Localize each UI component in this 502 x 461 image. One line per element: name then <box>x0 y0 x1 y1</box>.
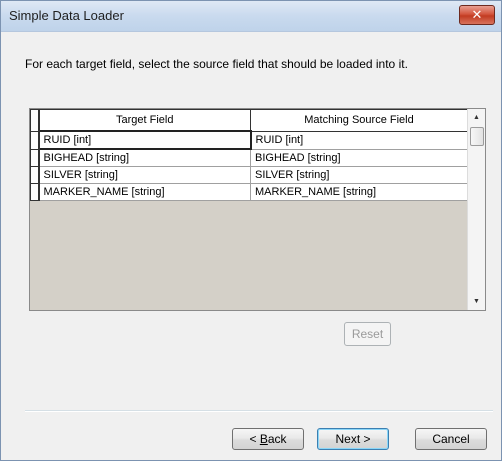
source-field-cell[interactable]: BIGHEAD [string] <box>250 148 468 167</box>
row-header[interactable] <box>30 183 40 201</box>
source-field-cell[interactable]: MARKER_NAME [string] <box>250 183 468 201</box>
source-field-cell[interactable]: RUID [int] <box>250 130 468 150</box>
row-header[interactable] <box>30 166 40 184</box>
header-row: Target Field Matching Source Field <box>30 109 468 132</box>
scroll-thumb[interactable] <box>470 127 484 146</box>
table-row[interactable]: MARKER_NAME [string] MARKER_NAME [string… <box>30 183 468 201</box>
reset-button[interactable]: Reset <box>344 322 391 346</box>
footer-separator <box>25 410 493 412</box>
row-header[interactable] <box>30 148 40 167</box>
target-field-cell[interactable]: BIGHEAD [string] <box>38 148 251 167</box>
dialog-window: Simple Data Loader ✕ For each target fie… <box>0 0 502 461</box>
column-header-target[interactable]: Target Field <box>38 109 251 132</box>
next-button[interactable]: Next > <box>317 428 389 450</box>
scroll-down-icon[interactable]: ▼ <box>468 293 485 310</box>
grid-body: Target Field Matching Source Field RUID … <box>30 109 468 310</box>
target-field-cell[interactable]: MARKER_NAME [string] <box>38 183 251 201</box>
close-button[interactable]: ✕ <box>459 5 495 25</box>
table-row[interactable]: RUID [int] RUID [int] <box>30 130 468 150</box>
target-field-cell[interactable]: RUID [int] <box>37 130 252 150</box>
back-button-rest: ack <box>267 432 287 446</box>
row-header[interactable] <box>30 130 40 150</box>
scroll-up-icon[interactable]: ▲ <box>468 109 485 126</box>
close-icon: ✕ <box>471 7 483 22</box>
table-row[interactable]: SILVER [string] SILVER [string] <box>30 166 468 184</box>
cancel-button[interactable]: Cancel <box>415 428 487 450</box>
corner-header <box>30 109 40 132</box>
source-field-cell[interactable]: SILVER [string] <box>250 166 468 184</box>
column-header-source[interactable]: Matching Source Field <box>250 109 468 132</box>
table-row[interactable]: BIGHEAD [string] BIGHEAD [string] <box>30 148 468 167</box>
target-field-cell[interactable]: SILVER [string] <box>38 166 251 184</box>
back-button-accel: B <box>259 432 268 446</box>
title-bar[interactable]: Simple Data Loader ✕ <box>1 1 501 32</box>
back-button-prefix: < <box>249 432 260 446</box>
instruction-text: For each target field, select the source… <box>25 57 408 71</box>
mapping-table: Target Field Matching Source Field RUID … <box>30 109 468 201</box>
window-title: Simple Data Loader <box>9 8 124 23</box>
vertical-scrollbar[interactable]: ▲ ▼ <box>467 109 485 310</box>
back-button[interactable]: < Back <box>232 428 304 450</box>
field-mapping-grid: Target Field Matching Source Field RUID … <box>29 108 486 311</box>
